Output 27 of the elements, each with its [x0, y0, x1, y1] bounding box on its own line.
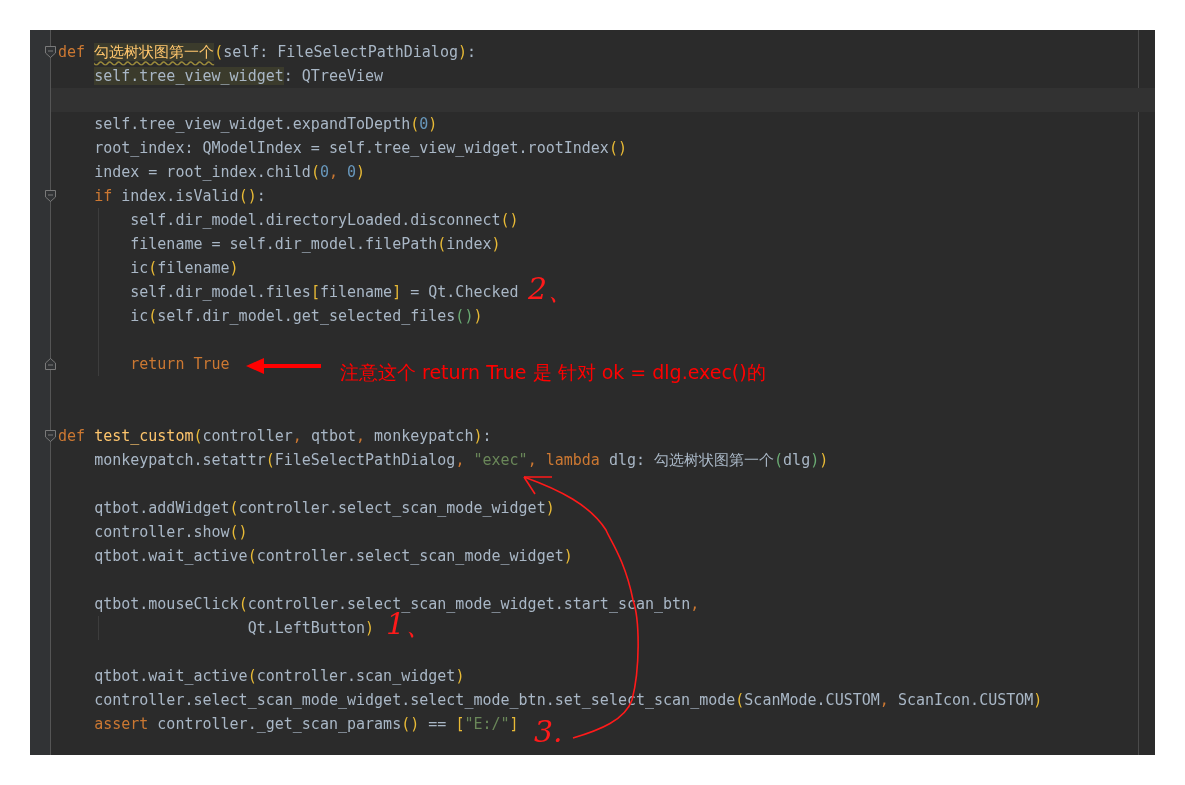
code-line: qtbot.wait_active(controller.scan_widget)	[94, 667, 465, 685]
fold-icon[interactable]	[45, 358, 56, 370]
code-line: ic(self.dir_model.get_selected_files())	[130, 307, 483, 325]
code-line: qtbot.wait_active(controller.select_scan_mode_widget)	[94, 547, 573, 565]
code-line: if index.isValid():	[94, 187, 266, 205]
code-line: Qt.LeftButton)	[247, 619, 375, 637]
fold-icon[interactable]	[45, 190, 56, 202]
code-line: assert controller._get_scan_params() == ["E:/"]	[94, 715, 519, 733]
code-line: self.dir_model.directoryLoaded.disconnect()	[130, 211, 519, 229]
code-line: index = root_index.child(0, 0)	[94, 163, 366, 181]
annotation-note: 注意这个 return True 是 针对 ok = dlg.exec()的	[340, 360, 766, 385]
fold-icon[interactable]	[45, 46, 56, 58]
code-line: ic(filename)	[130, 259, 239, 277]
step-number: 3.	[534, 716, 563, 748]
code-line: controller.show()	[94, 523, 248, 541]
code-line: self.dir_model.files[filename] = Qt.Checked	[130, 283, 519, 301]
step-number: 2、	[528, 273, 578, 305]
code-line: root_index: QModelIndex = self.tree_view_widget.rootIndex()	[94, 139, 627, 157]
code-line: def test_custom(controller, qtbot, monkeypatch):	[58, 427, 492, 445]
code-line: filename = self.dir_model.filePath(index)	[130, 235, 501, 253]
code-line: monkeypatch.setattr(FileSelectPathDialog, "exec", lambda dlg: 勾选树状图第一个(dlg))	[94, 451, 829, 469]
code-line: return True	[130, 355, 230, 373]
fold-icon[interactable]	[45, 430, 56, 442]
code-line: self.tree_view_widget: QTreeView	[94, 67, 384, 85]
code-line: def 勾选树状图第一个(self: FileSelectPathDialog):	[58, 43, 477, 61]
code-line: self.tree_view_widget.expandToDepth(0)	[94, 115, 438, 133]
code-line: qtbot.addWidget(controller.select_scan_mode_widget)	[94, 499, 555, 517]
